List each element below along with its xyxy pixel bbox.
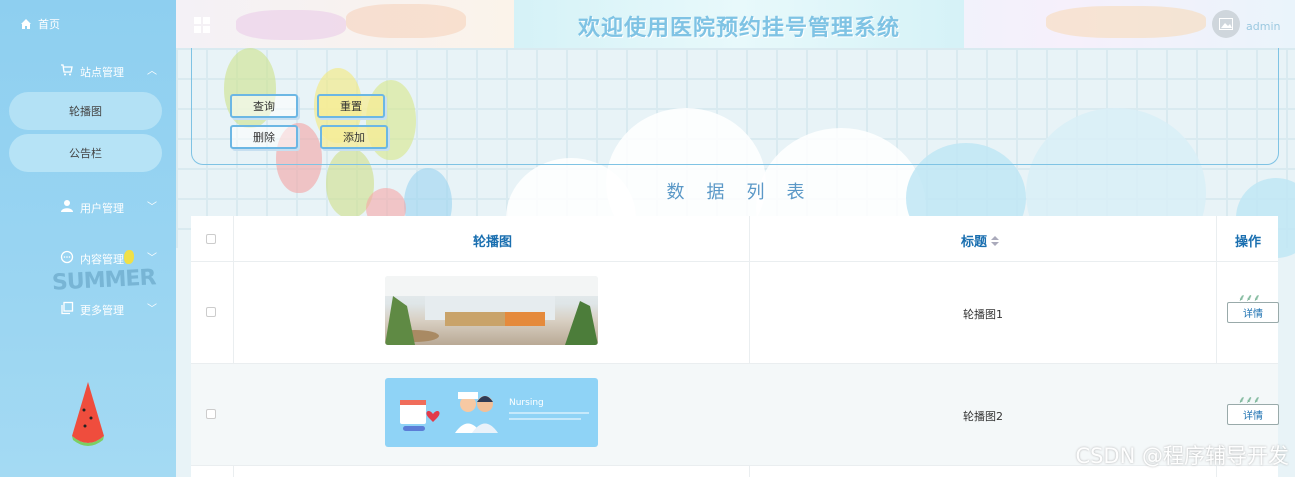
summer-decoration: SUMMER: [51, 265, 157, 296]
sidebar-item-carousel[interactable]: 轮播图: [9, 92, 162, 130]
sidebar-item-notice[interactable]: 公告栏: [9, 134, 162, 172]
brush-decoration: [346, 4, 466, 38]
sidebar-group-label: 更多管理: [80, 304, 124, 317]
table-header: 轮播图 标题 操作: [191, 216, 1278, 262]
sidebar-group-label: 站点管理: [80, 66, 124, 79]
data-table: 轮播图 标题 操作 轮播图1 ⸙⸙⸙ 详情 Nursing 轮播图2 ⸙⸙⸙ 详…: [191, 216, 1279, 477]
chevron-down-icon: ﹀: [147, 253, 157, 264]
brush-decoration: [236, 10, 346, 40]
sidebar-group-label: 内容管理: [80, 253, 124, 266]
row-checkbox[interactable]: [206, 409, 216, 419]
copy-icon: [61, 301, 74, 315]
reset-button[interactable]: 重置: [317, 94, 385, 118]
cart-icon: [61, 64, 73, 76]
detail-button[interactable]: 详情: [1227, 302, 1279, 323]
user-icon: [61, 200, 73, 212]
sidebar-group-users[interactable]: 用户管理 ﹀: [0, 192, 176, 220]
image-icon: [1219, 18, 1233, 30]
select-all-checkbox[interactable]: [206, 234, 216, 244]
chevron-down-icon: ﹀: [147, 304, 157, 315]
column-header-image: 轮播图: [473, 235, 513, 250]
page-title: 欢迎使用医院预约挂号管理系统: [577, 16, 900, 41]
sidebar-group-more[interactable]: 更多管理 ﹀: [0, 294, 176, 322]
chevron-down-icon: ﹀: [147, 202, 157, 213]
sidebar: 首页 站点管理 ︿ 轮播图 公告栏 用户管理 ﹀ 内容管理 ﹀ SUMMER 更…: [0, 0, 176, 477]
column-header-label: 标题: [961, 235, 988, 250]
banner-caption: Nursing: [509, 398, 544, 408]
row-title: 轮播图2: [963, 410, 1003, 423]
sidebar-item-home[interactable]: 首页: [20, 16, 60, 32]
chevron-up-icon: ︿: [147, 66, 157, 77]
user-name[interactable]: admin: [1246, 20, 1280, 33]
table-row: 轮播图1 ⸙⸙⸙ 详情: [191, 262, 1279, 364]
watermelon-decoration: [72, 382, 104, 446]
main-content: 查询 重置 删除 添加 数据列表 轮播图 标题 操作 轮播图1 ⸙⸙⸙ 详情 N…: [176, 48, 1295, 477]
sidebar-item-label: 首页: [38, 18, 60, 31]
top-header: 欢迎使用医院预约挂号管理系统 admin: [176, 0, 1295, 48]
delete-button[interactable]: 删除: [230, 125, 298, 149]
row-title: 轮播图1: [963, 308, 1003, 321]
query-button[interactable]: 查询: [230, 94, 298, 118]
detail-button[interactable]: 详情: [1227, 404, 1279, 425]
carousel-image: [385, 276, 598, 345]
carousel-image: Nursing: [385, 378, 598, 447]
row-checkbox[interactable]: [206, 307, 216, 317]
menu-grid-icon[interactable]: [194, 17, 210, 33]
sidebar-item-label: 轮播图: [69, 105, 102, 118]
list-title: 数据列表: [666, 182, 827, 203]
avatar[interactable]: [1212, 10, 1240, 38]
sidebar-group-site[interactable]: 站点管理 ︿: [0, 56, 176, 84]
sort-icon[interactable]: [991, 235, 1000, 246]
column-header-actions: 操作: [1235, 235, 1262, 250]
sidebar-item-label: 公告栏: [69, 147, 102, 160]
search-panel: 查询 重置 删除 添加: [191, 48, 1279, 165]
brush-decoration: [1046, 6, 1206, 38]
csdn-watermark: CSDN @程序辅导开发: [1075, 444, 1289, 468]
home-icon: [21, 19, 31, 29]
chat-icon: [60, 250, 74, 264]
sidebar-group-label: 用户管理: [80, 202, 124, 215]
column-header-title[interactable]: 标题: [961, 231, 1000, 250]
add-button[interactable]: 添加: [320, 125, 388, 149]
